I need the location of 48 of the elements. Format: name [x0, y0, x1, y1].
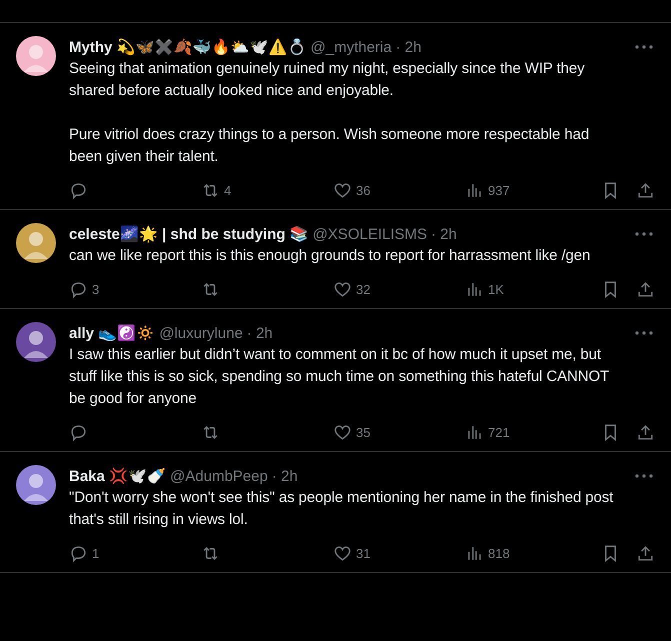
- like-count: 31: [356, 546, 370, 560]
- reply-icon[interactable]: [69, 422, 88, 442]
- post-text: I saw this earlier but didn’t want to comment on it bc of how much it upset me, but stuff like this is so sick, spending so much time on something this hateful CANNOT be good for anyone: [69, 345, 610, 409]
- avatar[interactable]: [16, 223, 56, 263]
- avatar[interactable]: [16, 465, 56, 505]
- heart-icon[interactable]: [333, 280, 352, 298]
- reply-count: 1: [92, 546, 100, 560]
- heart-icon[interactable]: [333, 544, 352, 562]
- more-icon[interactable]: [635, 45, 653, 49]
- display-name[interactable]: ally 👟☯🔅: [69, 324, 156, 342]
- reply-icon[interactable]: [69, 544, 88, 562]
- display-name[interactable]: Mythy 💫🦋✖🍂🐳🔥⛅🕊⚠💍: [69, 38, 307, 56]
- avatar[interactable]: [16, 322, 56, 362]
- post-time[interactable]: · 2h: [272, 468, 298, 484]
- view-count: 937: [488, 182, 510, 198]
- user-handle[interactable]: @XSOLEILISMS: [312, 226, 428, 242]
- post-text: Pure vitriol does crazy things to a person. Wish someone more respectable had been given their talent.: [69, 125, 590, 167]
- display-name[interactable]: Baka 💢🕊🍼: [69, 467, 166, 485]
- heart-icon[interactable]: [333, 180, 352, 200]
- share-icon[interactable]: [636, 280, 655, 298]
- share-icon[interactable]: [636, 422, 655, 442]
- heart-icon[interactable]: [333, 422, 352, 442]
- like-count: 32: [356, 282, 370, 296]
- display-name[interactable]: celeste🌌🌟 | shd be studying 📚: [69, 225, 309, 243]
- view-count: 1K: [488, 282, 504, 296]
- more-icon[interactable]: [635, 474, 653, 478]
- like-count: 36: [356, 182, 370, 198]
- post-text: Seeing that animation genuinely ruined my night, especially since the WIP they shared before actually looked nice and enjoyable.: [69, 59, 586, 101]
- post-text: can we like report this is this enough grounds to report for harrassment like /gen: [69, 246, 592, 266]
- view-count: 818: [488, 546, 510, 560]
- avatar[interactable]: [16, 36, 56, 76]
- user-handle[interactable]: @_mytheria: [310, 38, 392, 56]
- share-icon[interactable]: [636, 544, 655, 562]
- user-handle[interactable]: @AdumbPeep: [170, 468, 268, 484]
- reply-icon[interactable]: [69, 180, 88, 200]
- reply-icon[interactable]: [69, 280, 88, 298]
- post-time[interactable]: · 2h: [396, 38, 422, 56]
- more-icon[interactable]: [635, 232, 653, 236]
- user-handle[interactable]: @luxurylune: [159, 324, 243, 342]
- more-icon[interactable]: [635, 331, 653, 335]
- share-icon[interactable]: [636, 180, 655, 200]
- reply-count: 3: [92, 282, 100, 296]
- view-count: 721: [488, 424, 510, 440]
- repost-count: 4: [224, 182, 232, 198]
- post-time[interactable]: · 2h: [431, 226, 457, 242]
- like-count: 35: [356, 424, 370, 440]
- post-text: "Don't worry she won't see this" as people mentioning her name in the finished post that's still rising in views lol.: [69, 488, 614, 530]
- post-time[interactable]: · 2h: [246, 324, 273, 342]
